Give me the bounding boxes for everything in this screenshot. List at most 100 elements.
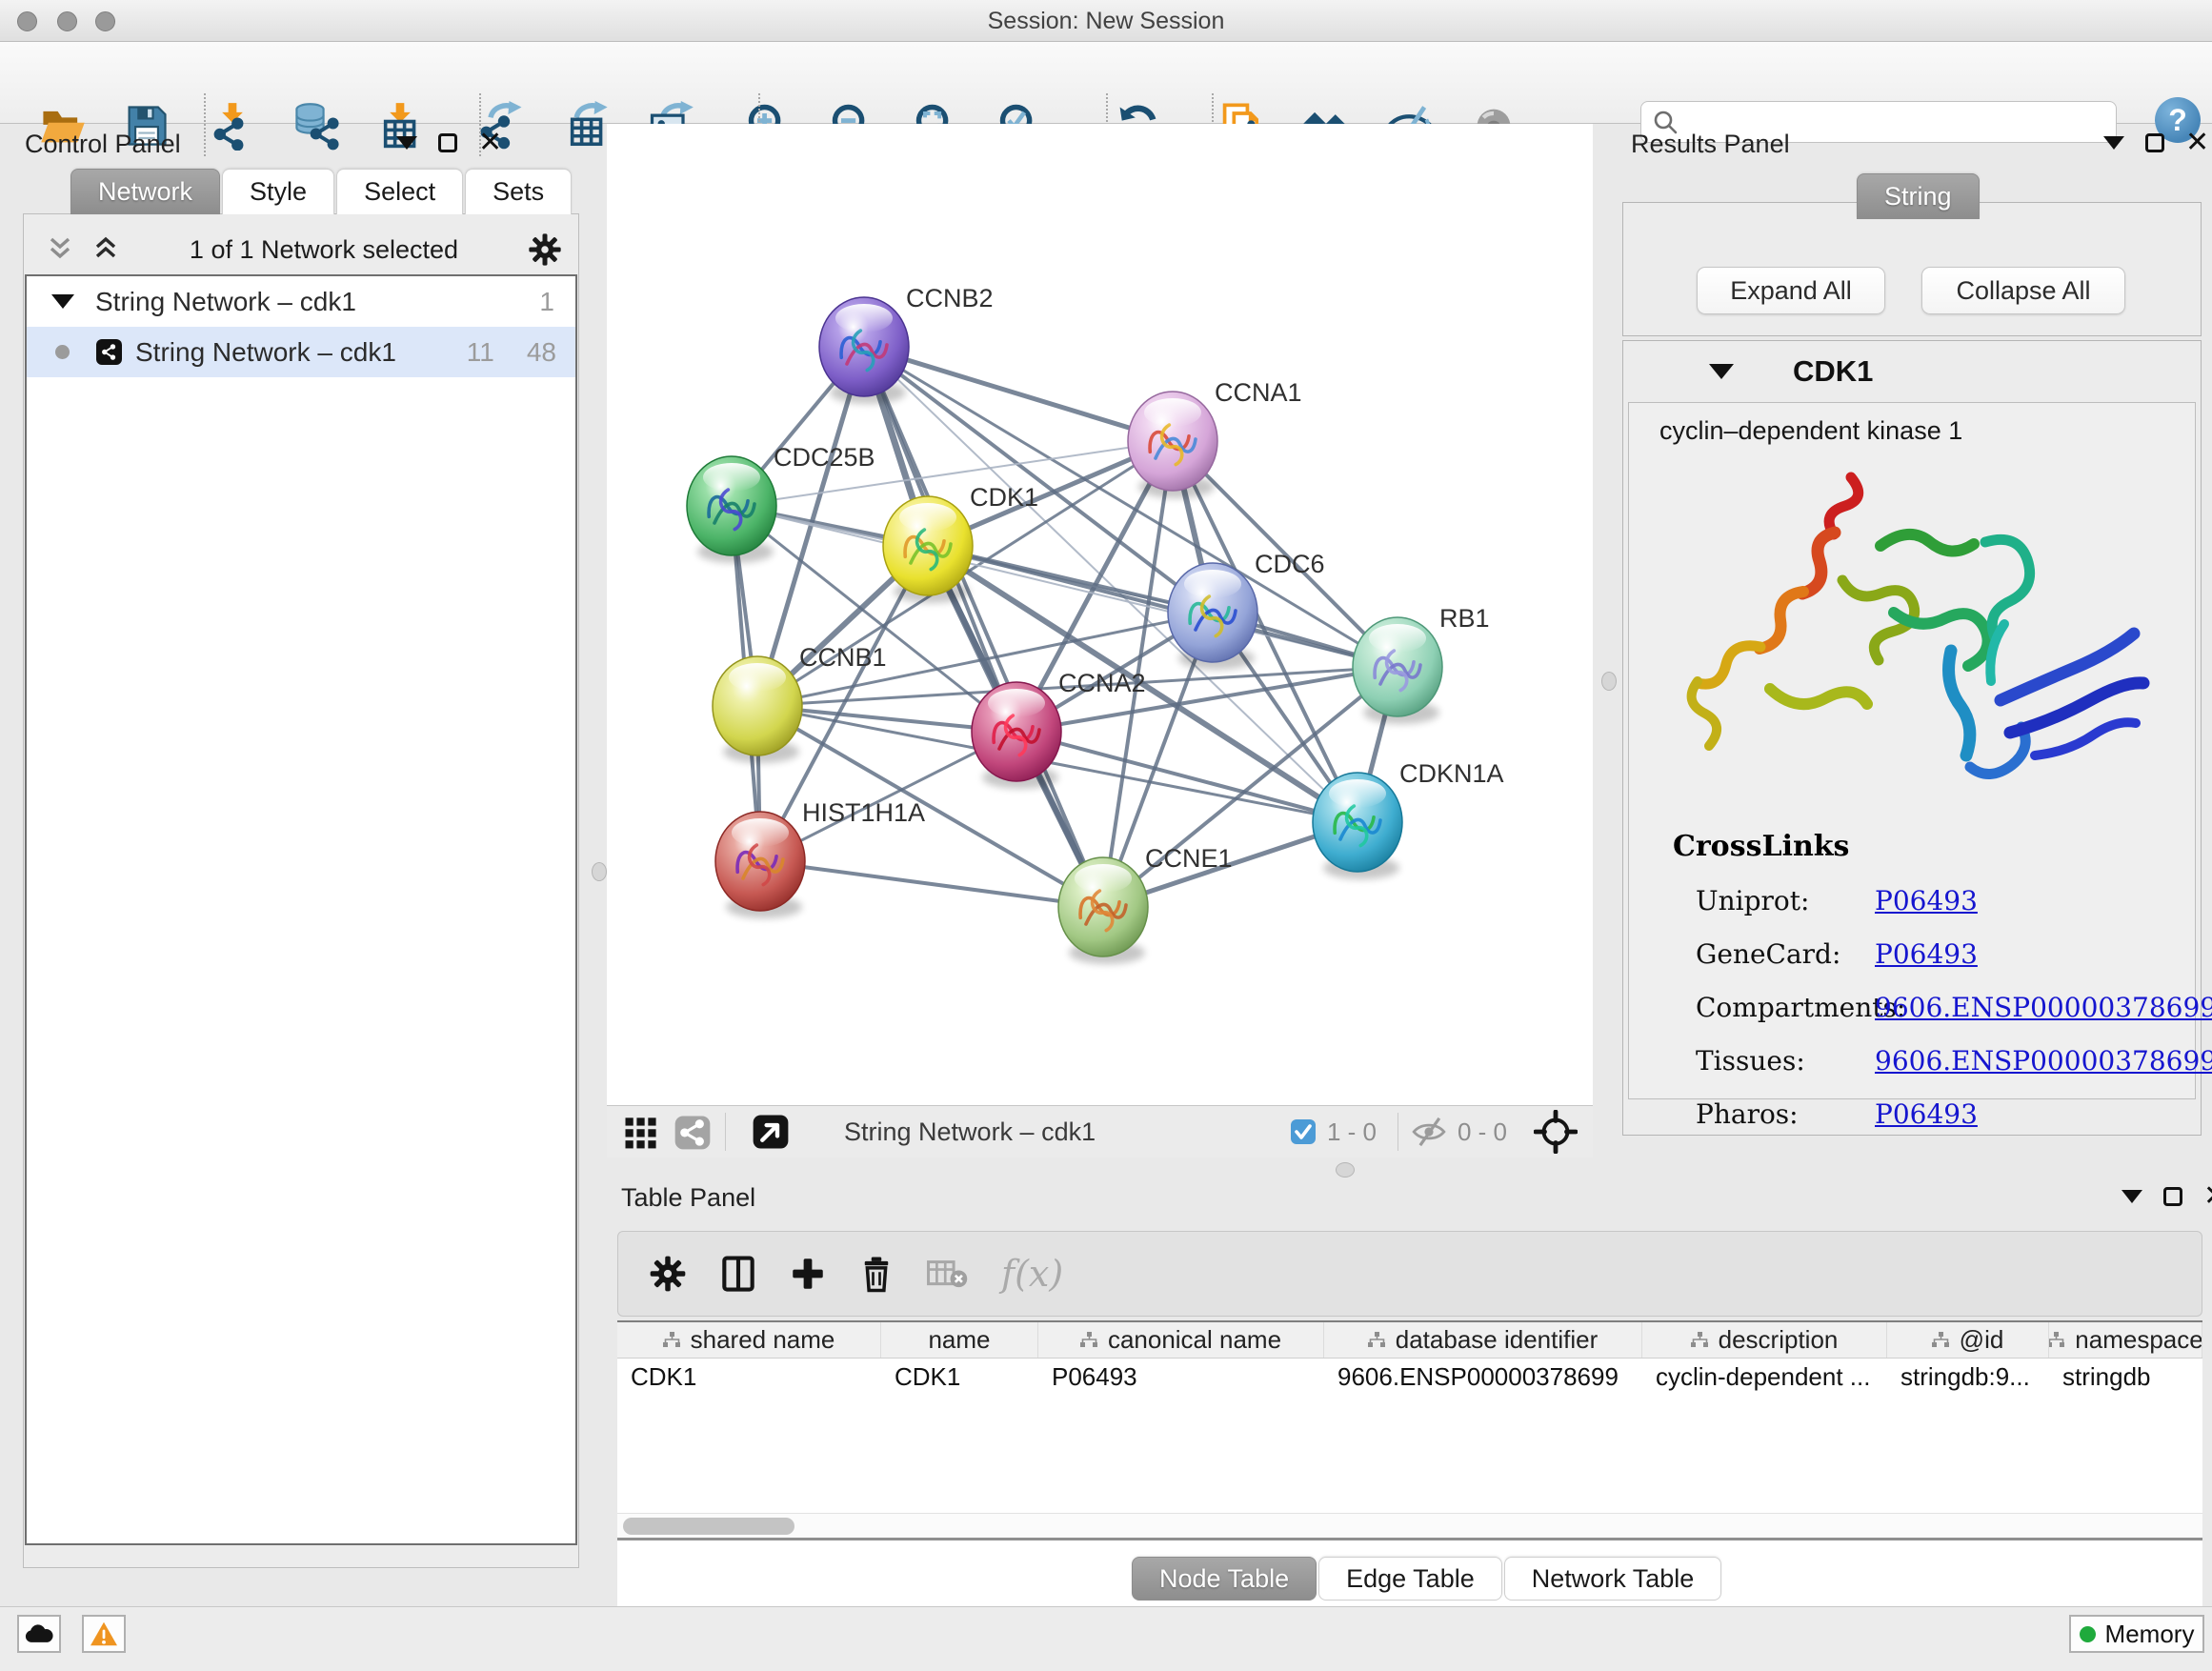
network-edge-CDK1-RB1[interactable] [928, 546, 1398, 667]
collection-count: 1 [539, 287, 554, 317]
results-panel-close-icon[interactable]: ✕ [2185, 133, 2209, 152]
collection-expander-icon[interactable] [51, 294, 74, 309]
tab-node-table[interactable]: Node Table [1132, 1557, 1317, 1601]
cell-canonical-name[interactable]: P06493 [1038, 1359, 1324, 1395]
cell-name[interactable]: CDK1 [881, 1359, 1038, 1395]
network-node-CDKN1A[interactable]: CDKN1A [1313, 759, 1504, 879]
results-panel: Results Panel ✕ String Expand All Collap… [1619, 124, 2204, 1138]
column-header-shared-name[interactable]: shared name [617, 1322, 881, 1358]
cell-description[interactable]: cyclin-dependent ... [1642, 1359, 1887, 1395]
tab-select[interactable]: Select [336, 169, 463, 214]
network-share-gray-icon[interactable] [672, 1111, 714, 1153]
collapse-all-icon[interactable] [44, 233, 76, 266]
column-type-icon [1691, 1332, 1709, 1348]
grid-view-icon[interactable] [620, 1111, 662, 1153]
warnings-button[interactable] [82, 1615, 126, 1653]
tab-network-table[interactable]: Network Table [1504, 1557, 1722, 1601]
column-header-name[interactable]: name [881, 1322, 1038, 1358]
cytoscape-window: Session: New Session ? [0, 0, 2212, 1671]
current-network-name: String Network – cdk1 [844, 1117, 1096, 1147]
table-panel-collapse-icon[interactable] [2122, 1190, 2142, 1203]
table-settings-gear-icon[interactable] [647, 1253, 689, 1295]
crosslink-label: GeneCard: [1696, 938, 1875, 970]
crosslink-link[interactable]: 9606.ENSP00000378699 [1875, 1045, 2212, 1077]
status-bar: Memory [0, 1606, 2212, 1671]
fit-selected-crosshair-icon[interactable] [1534, 1110, 1578, 1154]
results-panel-collapse-icon[interactable] [2103, 136, 2124, 150]
network-node-HIST1H1A[interactable]: HIST1H1A [715, 798, 925, 918]
left-divider-handle[interactable] [592, 862, 607, 881]
tab-edge-table[interactable]: Edge Table [1318, 1557, 1502, 1601]
network-list-toolbar: 1 of 1 Network selected [23, 221, 579, 278]
crosslink-link[interactable]: P06493 [1875, 938, 1978, 970]
node-label-CDK1: CDK1 [970, 483, 1038, 512]
titlebar: Session: New Session [0, 0, 2212, 42]
network-node-CCNB1[interactable]: CCNB1 [713, 643, 887, 763]
crosslink-link[interactable]: 9606.ENSP00000378699 [1875, 992, 2212, 1023]
birdseye-view-icon[interactable] [751, 1112, 791, 1152]
cell-shared-name[interactable]: CDK1 [617, 1359, 881, 1395]
table-panel-close-icon[interactable]: ✕ [2203, 1187, 2212, 1206]
network-edge-HIST1H1A-CCNE1[interactable] [760, 861, 1103, 907]
table-panel-float-icon[interactable] [2163, 1187, 2182, 1206]
collapse-all-button[interactable]: Collapse All [1921, 267, 2125, 314]
cell--id[interactable]: stringdb:9... [1887, 1359, 2049, 1395]
control-panel-collapse-icon[interactable] [396, 136, 417, 150]
column-header-description[interactable]: description [1642, 1322, 1887, 1358]
node-label-CCNB1: CCNB1 [799, 643, 887, 672]
control-panel-close-icon[interactable]: ✕ [478, 133, 502, 152]
cloud-button[interactable] [17, 1615, 61, 1653]
network-collection-row[interactable]: String Network – cdk1 1 [27, 276, 575, 327]
column-header-canonical-name[interactable]: canonical name [1038, 1322, 1324, 1358]
table-horizontal-scrollbar[interactable] [617, 1513, 2202, 1538]
network-canvas[interactable]: CCNB2 CCNA1 CDC25B CDK1 CDC6 RB1 CCNB1 C… [607, 124, 1593, 1105]
memory-label: Memory [2105, 1620, 2195, 1649]
expand-all-button[interactable]: Expand All [1697, 267, 1885, 314]
crosslink-link[interactable]: P06493 [1875, 885, 1978, 916]
right-divider-handle[interactable] [1601, 672, 1617, 691]
network-node-CCNB2[interactable]: CCNB2 [819, 284, 994, 404]
network-node-CCNA1[interactable]: CCNA1 [1128, 378, 1302, 498]
control-panel-tabs: NetworkStyleSelectSets [70, 169, 572, 214]
tab-sets[interactable]: Sets [465, 169, 572, 214]
node-label-CCNB2: CCNB2 [906, 284, 994, 312]
protein-description: cyclin–dependent kinase 1 [1659, 416, 1962, 446]
network-node-CCNA2[interactable]: CCNA2 [972, 669, 1146, 789]
node-label-CCNA2: CCNA2 [1058, 669, 1146, 697]
memory-button[interactable]: Memory [2069, 1615, 2204, 1653]
column-header--id[interactable]: @id [1887, 1322, 2049, 1358]
scrollbar-thumb[interactable] [623, 1518, 794, 1535]
results-panel-float-icon[interactable] [2145, 133, 2164, 152]
table-row[interactable]: CDK1CDK1P064939606.ENSP00000378699cyclin… [617, 1359, 2202, 1395]
results-panel-title: Results Panel [1631, 130, 1790, 159]
table-panel: Table Panel ✕ [605, 1179, 2212, 1602]
show-columns-icon[interactable] [717, 1253, 759, 1295]
network-status-dot [55, 345, 70, 359]
tab-string[interactable]: String [1857, 173, 1980, 219]
control-panel-float-icon[interactable] [438, 133, 457, 152]
cell-database-identifier[interactable]: 9606.ENSP00000378699 [1324, 1359, 1642, 1395]
hidden-eye-icon[interactable] [1410, 1116, 1448, 1148]
protein-details: cyclin–dependent kinase 1 [1628, 402, 2196, 1099]
crosslink-link[interactable]: P06493 [1875, 1098, 1978, 1130]
cell-namespace[interactable]: stringdb [2049, 1359, 2202, 1395]
crosslink-row: Pharos:P06493 [1673, 1098, 2212, 1130]
column-header-database-identifier[interactable]: database identifier [1324, 1322, 1642, 1358]
protein-expander-icon[interactable] [1709, 364, 1734, 379]
warning-icon [89, 1621, 119, 1647]
network-edge-CCNB2-CCNA1[interactable] [864, 347, 1173, 441]
delete-column-trash-icon[interactable] [856, 1254, 896, 1294]
network-options-gear-icon[interactable] [526, 231, 564, 269]
bottom-divider-handle[interactable] [1336, 1162, 1355, 1178]
selected-checkbox-icon[interactable] [1289, 1117, 1317, 1146]
network-row[interactable]: String Network – cdk1 11 48 [27, 327, 575, 377]
tab-network[interactable]: Network [70, 169, 220, 214]
add-column-icon[interactable] [788, 1254, 828, 1294]
network-node-RB1[interactable]: RB1 [1353, 604, 1490, 724]
expand-all-icon[interactable] [90, 233, 122, 266]
column-type-icon [1080, 1332, 1098, 1348]
network-node-CCNE1[interactable]: CCNE1 [1058, 844, 1233, 964]
cloud-icon [24, 1623, 54, 1644]
column-header-namespace[interactable]: namespace [2049, 1322, 2202, 1358]
tab-style[interactable]: Style [222, 169, 334, 214]
